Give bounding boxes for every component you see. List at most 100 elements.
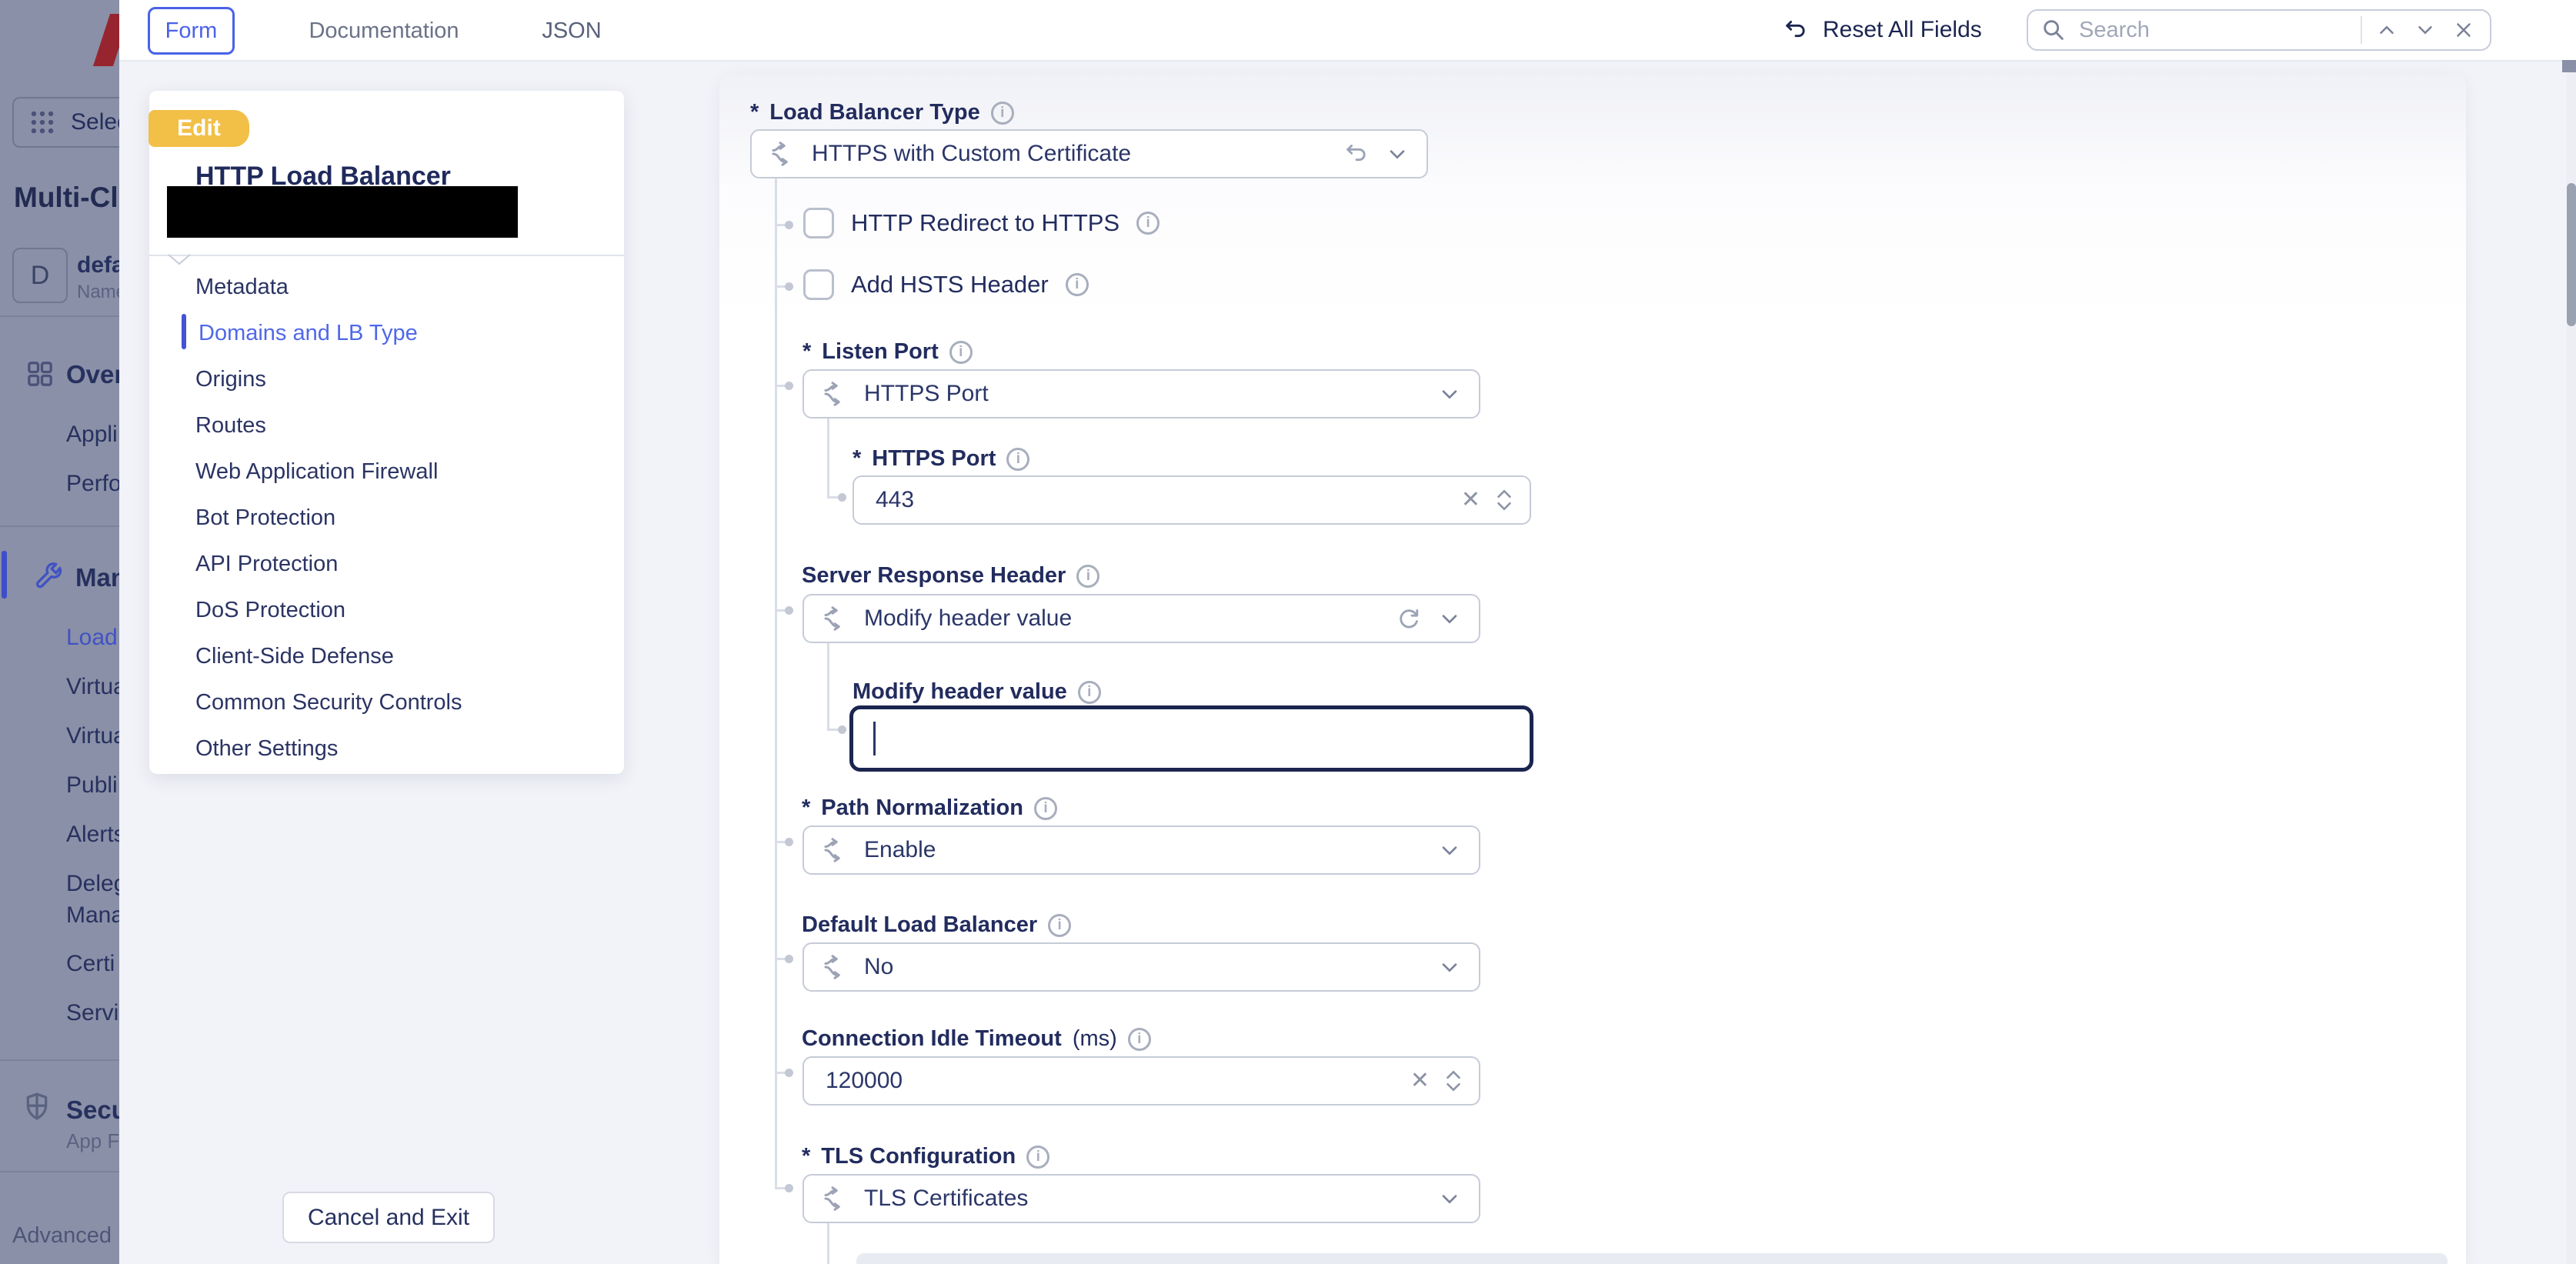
lb-type-value: HTTPS with Custom Certificate <box>812 141 1328 167</box>
sidebar-item-virtual-1[interactable]: Virtua <box>66 674 119 700</box>
info-icon[interactable]: i <box>1076 565 1099 588</box>
form-nav-bot-protection[interactable]: Bot Protection <box>195 505 335 531</box>
path-normalization-select[interactable]: Enable <box>802 825 1480 875</box>
tls-configuration-select[interactable]: TLS Certificates <box>802 1174 1480 1223</box>
redacted-object-name <box>167 186 518 238</box>
advanced-nav-toggle[interactable]: Advanced na <box>12 1223 119 1249</box>
info-icon[interactable]: i <box>1026 1146 1049 1169</box>
required-star: * <box>853 446 861 472</box>
sidebar-item-security[interactable]: Secu <box>66 1096 119 1125</box>
divider <box>149 255 624 256</box>
info-icon[interactable]: i <box>1136 212 1160 235</box>
sidebar-item-service[interactable]: Servi <box>66 1000 118 1026</box>
dimmed-corner <box>2562 60 2576 72</box>
sidebar-item-delegated-line1[interactable]: Deleg <box>66 871 119 897</box>
branch-icon <box>769 140 796 168</box>
listen-port-select[interactable]: HTTPS Port <box>802 369 1480 419</box>
form-nav-card: Edit HTTP Load Balancer Metadata Domains… <box>149 91 624 774</box>
sidebar-item-applications[interactable]: Appli <box>66 422 118 448</box>
hsts-header-checkbox[interactable] <box>803 269 834 300</box>
divider <box>0 525 119 527</box>
text-caret <box>873 722 876 755</box>
search-separator <box>2361 16 2362 44</box>
required-star: * <box>802 1144 810 1169</box>
reset-all-fields-button[interactable]: Reset All Fields <box>1783 11 1982 49</box>
form-nav-routes[interactable]: Routes <box>195 413 266 439</box>
server-response-header-select[interactable]: Modify header value <box>802 594 1480 643</box>
divider <box>0 1171 119 1172</box>
info-icon[interactable]: i <box>1128 1028 1151 1051</box>
lb-type-select[interactable]: HTTPS with Custom Certificate <box>750 129 1428 178</box>
tree-connector-dot <box>838 493 846 502</box>
form-nav-waf[interactable]: Web Application Firewall <box>195 459 438 485</box>
form-nav-dos-protection[interactable]: DoS Protection <box>195 598 345 623</box>
info-icon[interactable]: i <box>949 341 973 364</box>
tree-connector-line <box>827 1222 829 1264</box>
wrench-icon <box>34 560 65 591</box>
info-icon[interactable]: i <box>1066 273 1089 296</box>
tree-connector-dot <box>785 221 793 229</box>
form-nav-origins[interactable]: Origins <box>195 367 266 392</box>
cancel-and-exit-button[interactable]: Cancel and Exit <box>282 1192 495 1243</box>
form-nav-metadata[interactable]: Metadata <box>195 275 289 300</box>
tab-documentation[interactable]: Documentation <box>234 7 534 55</box>
branch-icon <box>821 380 849 408</box>
clear-icon[interactable]: ✕ <box>1461 489 1480 512</box>
chevron-up-icon[interactable] <box>2373 15 2401 45</box>
sidebar-item-load-balancers[interactable]: Load <box>66 625 118 651</box>
form-nav-domains-lb-type[interactable]: Domains and LB Type <box>199 321 418 346</box>
info-icon[interactable]: i <box>1078 681 1101 704</box>
tree-connector-line <box>775 178 777 1189</box>
sidebar-item-overview[interactable]: Over <box>66 360 119 389</box>
sidebar-item-public[interactable]: Publi <box>66 772 118 799</box>
namespace-select-button[interactable]: Select <box>12 97 119 148</box>
namespace-avatar[interactable]: D <box>12 248 68 303</box>
branch-icon <box>821 1185 849 1212</box>
tls-configuration-label: * TLS Configuration i <box>802 1144 1049 1169</box>
form-nav-other-settings[interactable]: Other Settings <box>195 736 338 762</box>
sidebar-item-virtual-2[interactable]: Virtua <box>66 723 119 749</box>
chevron-down-icon <box>1437 1186 1462 1211</box>
form-nav-api-protection[interactable]: API Protection <box>195 552 338 577</box>
sidebar-item-alerts[interactable]: Alerts <box>66 822 119 848</box>
chevron-down-icon[interactable] <box>2411 15 2439 45</box>
tree-connector-dot <box>785 1184 793 1192</box>
collapse-notch-icon[interactable] <box>168 254 191 266</box>
scrollbar-track[interactable] <box>2567 60 2576 1264</box>
tab-json[interactable]: JSON <box>534 7 609 55</box>
http-redirect-row: HTTP Redirect to HTTPS i <box>803 208 1160 238</box>
overview-grid-icon <box>25 359 55 389</box>
info-icon[interactable]: i <box>1034 797 1057 820</box>
tab-form[interactable]: Form <box>148 7 235 55</box>
http-redirect-checkbox[interactable] <box>803 208 834 238</box>
default-lb-select[interactable]: No <box>802 942 1480 992</box>
undo-icon[interactable] <box>1343 141 1370 167</box>
tls-configuration-value: TLS Certificates <box>864 1186 1422 1212</box>
https-port-input[interactable]: 443 ✕ <box>853 475 1531 525</box>
info-icon[interactable]: i <box>1048 914 1071 937</box>
sidebar-item-delegated-line2[interactable]: Mana <box>66 902 119 929</box>
number-stepper[interactable] <box>1494 488 1514 512</box>
modify-header-value-input[interactable] <box>849 705 1533 772</box>
reset-label: Reset All Fields <box>1823 17 1982 43</box>
https-port-label: * HTTPS Port i <box>853 446 1029 472</box>
form-nav-client-side-defense[interactable]: Client-Side Defense <box>195 644 394 669</box>
search-input[interactable] <box>2077 17 2350 44</box>
scrollbar-thumb[interactable] <box>2567 183 2576 326</box>
number-stepper[interactable] <box>1443 1069 1463 1093</box>
active-section-bar <box>2 551 7 599</box>
refresh-icon[interactable] <box>1396 605 1422 632</box>
connection-idle-timeout-label: Connection Idle Timeout (ms) i <box>802 1026 1151 1052</box>
nav-active-indicator <box>182 314 186 349</box>
sidebar-item-performance[interactable]: Perfo <box>66 471 119 497</box>
connection-idle-timeout-input[interactable]: 120000 ✕ <box>802 1056 1480 1106</box>
tree-connector-line <box>827 642 829 731</box>
info-icon[interactable]: i <box>1006 448 1029 471</box>
sidebar-item-manage[interactable]: Man <box>75 563 119 592</box>
info-icon[interactable]: i <box>991 102 1014 125</box>
tree-connector-line <box>827 418 829 499</box>
clear-icon[interactable]: ✕ <box>1410 1069 1430 1092</box>
sidebar-item-certificates[interactable]: Certi <box>66 951 115 977</box>
form-nav-common-security-controls[interactable]: Common Security Controls <box>195 690 462 715</box>
close-icon[interactable] <box>2450 15 2478 45</box>
